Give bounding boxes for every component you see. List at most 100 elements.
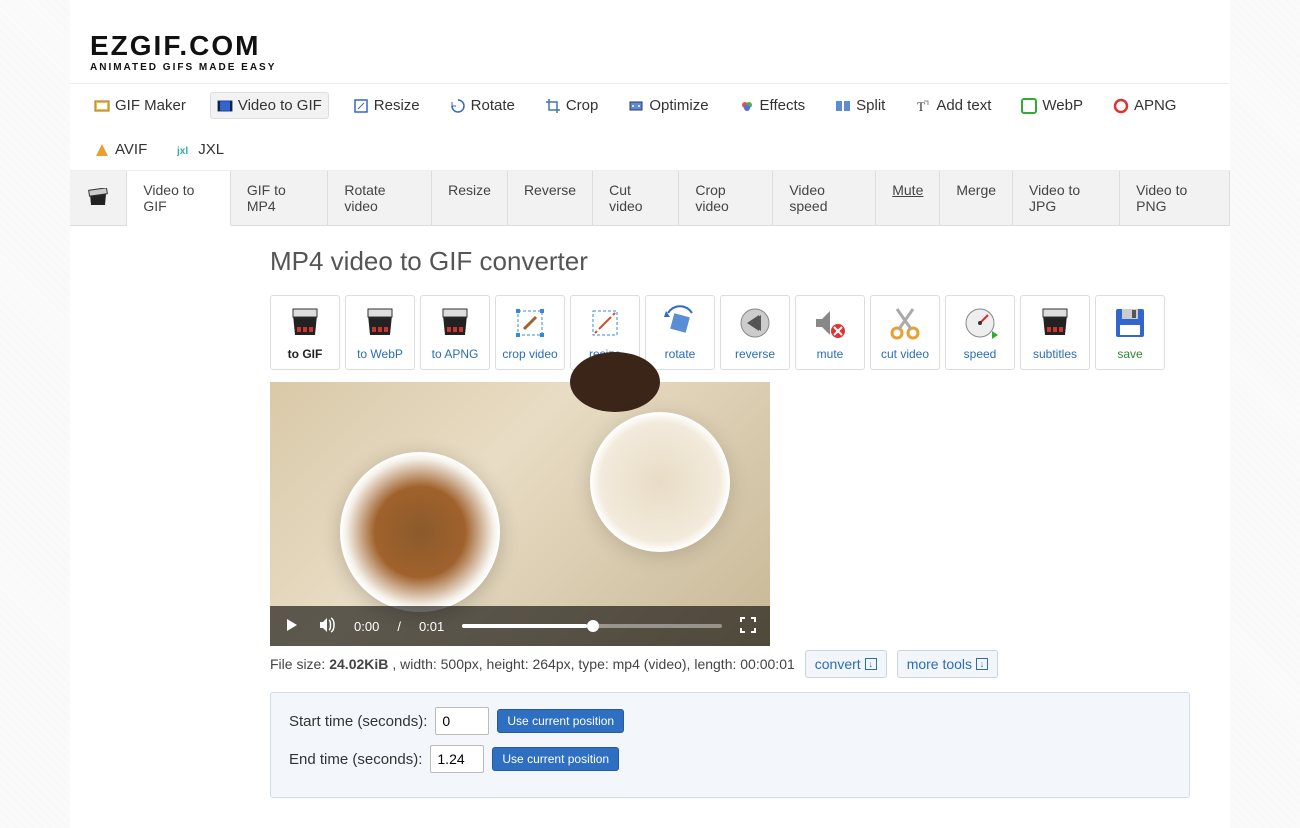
main-nav-optimize[interactable]: Optimize xyxy=(622,92,714,119)
nav-label: Rotate xyxy=(471,97,515,114)
sub-nav-home[interactable] xyxy=(70,171,127,225)
main-nav: GIF Maker Video to GIF Resize Rotate Crop Opt… xyxy=(70,83,1230,171)
play-icon[interactable] xyxy=(284,617,300,636)
sub-nav-video-to-gif[interactable]: Video to GIF xyxy=(127,171,231,226)
time-sep: / xyxy=(397,619,401,634)
video-icon xyxy=(217,98,233,114)
main-nav-jxl[interactable]: jxl JXL xyxy=(171,137,230,162)
webp-icon xyxy=(1021,98,1037,114)
tool-icon xyxy=(437,305,473,341)
tool-label: speed xyxy=(964,347,997,361)
sub-nav-video-to-png[interactable]: Video to PNG xyxy=(1120,171,1230,225)
main-nav-rotate[interactable]: Rotate xyxy=(444,92,521,119)
file-info: File size: 24.02KiB , width: 500px, heig… xyxy=(270,650,1230,678)
page-title: MP4 video to GIF converter xyxy=(270,246,1230,277)
nav-label: Optimize xyxy=(649,97,708,114)
time-form: Start time (seconds): Use current positi… xyxy=(270,692,1190,798)
main-nav-avif[interactable]: AVIF xyxy=(88,137,153,162)
sub-nav-crop-video[interactable]: Crop video xyxy=(679,171,773,225)
tool-icon xyxy=(1112,305,1148,341)
end-time-input[interactable] xyxy=(430,745,484,773)
tool-label: reverse xyxy=(735,347,775,361)
chevron-down-icon: ↓ xyxy=(976,658,988,670)
tool-label: subtitles xyxy=(1033,347,1077,361)
main-nav-webp[interactable]: WebP xyxy=(1015,92,1089,119)
logo-text: EZGIF.COM xyxy=(90,30,276,62)
tool-row: to GIFto WebPto APNGcrop videoresizerota… xyxy=(270,295,1230,370)
tool-icon xyxy=(362,305,398,341)
end-time-label: End time (seconds): xyxy=(289,751,422,768)
tool-label: cut video xyxy=(881,347,929,361)
duration-time: 0:01 xyxy=(419,619,444,634)
progress-bar[interactable] xyxy=(462,624,722,628)
main-nav-effects[interactable]: Effects xyxy=(733,92,812,119)
svg-text:jxl: jxl xyxy=(177,146,188,157)
start-time-label: Start time (seconds): xyxy=(289,713,427,730)
sub-nav: Video to GIFGIF to MP4Rotate videoResize… xyxy=(70,171,1230,226)
logo-subtitle: ANIMATED GIFS MADE EASY xyxy=(90,62,276,73)
tool-label: to WebP xyxy=(357,347,403,361)
main-nav-resize[interactable]: Resize xyxy=(347,92,426,119)
sub-nav-gif-to-mp4[interactable]: GIF to MP4 xyxy=(231,171,328,225)
main-nav-add-text[interactable]: TAdd text xyxy=(909,92,997,119)
tool-rotate[interactable]: rotate xyxy=(645,295,715,370)
tool-speed[interactable]: speed xyxy=(945,295,1015,370)
tool-label: rotate xyxy=(665,347,696,361)
volume-icon[interactable] xyxy=(318,616,336,637)
main-nav-video-to-gif[interactable]: Video to GIF xyxy=(210,92,329,119)
info-rest: , width: 500px, height: 264px, type: mp4… xyxy=(392,656,794,672)
use-current-end-button[interactable]: Use current position xyxy=(492,747,619,771)
main-nav-gif-maker[interactable]: GIF Maker xyxy=(88,92,192,119)
more-tools-label: more tools xyxy=(907,656,972,672)
tool-cut-video[interactable]: cut video xyxy=(870,295,940,370)
sub-nav-video-to-jpg[interactable]: Video to JPG xyxy=(1013,171,1120,225)
convert-button[interactable]: convert ↓ xyxy=(805,650,887,678)
nav-label: AVIF xyxy=(115,141,147,158)
nav-label: APNG xyxy=(1134,97,1177,114)
sub-nav-cut-video[interactable]: Cut video xyxy=(593,171,679,225)
current-time: 0:00 xyxy=(354,619,379,634)
tool-save[interactable]: save xyxy=(1095,295,1165,370)
tool-to-apng[interactable]: to APNG xyxy=(420,295,490,370)
sub-nav-video-speed[interactable]: Video speed xyxy=(773,171,876,225)
tool-icon xyxy=(587,305,623,341)
tool-icon xyxy=(887,305,923,341)
main-nav-split[interactable]: Split xyxy=(829,92,891,119)
effects-icon xyxy=(739,98,755,114)
tool-icon xyxy=(662,305,698,341)
more-tools-button[interactable]: more tools ↓ xyxy=(897,650,998,678)
nav-label: GIF Maker xyxy=(115,97,186,114)
nav-label: Add text xyxy=(936,97,991,114)
tool-subtitles[interactable]: subtitles xyxy=(1020,295,1090,370)
tool-to-webp[interactable]: to WebP xyxy=(345,295,415,370)
convert-label: convert xyxy=(815,656,861,672)
tool-icon xyxy=(1037,305,1073,341)
start-time-input[interactable] xyxy=(435,707,489,735)
tool-mute[interactable]: mute xyxy=(795,295,865,370)
tool-label: crop video xyxy=(502,347,557,361)
tool-crop-video[interactable]: crop video xyxy=(495,295,565,370)
tool-label: to APNG xyxy=(432,347,479,361)
main-nav-apng[interactable]: APNG xyxy=(1107,92,1183,119)
crop-icon xyxy=(545,98,561,114)
nav-label: WebP xyxy=(1042,97,1083,114)
fullscreen-icon[interactable] xyxy=(740,617,756,636)
nav-label: JXL xyxy=(198,141,224,158)
tool-to-gif[interactable]: to GIF xyxy=(270,295,340,370)
sub-nav-mute[interactable]: Mute xyxy=(876,171,940,225)
video-preview[interactable]: 0:00 / 0:01 xyxy=(270,382,770,646)
sub-nav-resize[interactable]: Resize xyxy=(432,171,508,225)
tool-reverse[interactable]: reverse xyxy=(720,295,790,370)
site-logo[interactable]: EZGIF.COM ANIMATED GIFS MADE EASY xyxy=(90,30,276,73)
rotate-icon xyxy=(450,98,466,114)
use-current-start-button[interactable]: Use current position xyxy=(497,709,624,733)
sub-nav-rotate-video[interactable]: Rotate video xyxy=(328,171,432,225)
nav-label: Resize xyxy=(374,97,420,114)
nav-label: Crop xyxy=(566,97,599,114)
sub-nav-merge[interactable]: Merge xyxy=(940,171,1013,225)
info-size: 24.02KiB xyxy=(329,656,388,672)
tool-icon xyxy=(512,305,548,341)
main-nav-crop[interactable]: Crop xyxy=(539,92,605,119)
apng-icon xyxy=(1113,98,1129,114)
sub-nav-reverse[interactable]: Reverse xyxy=(508,171,593,225)
